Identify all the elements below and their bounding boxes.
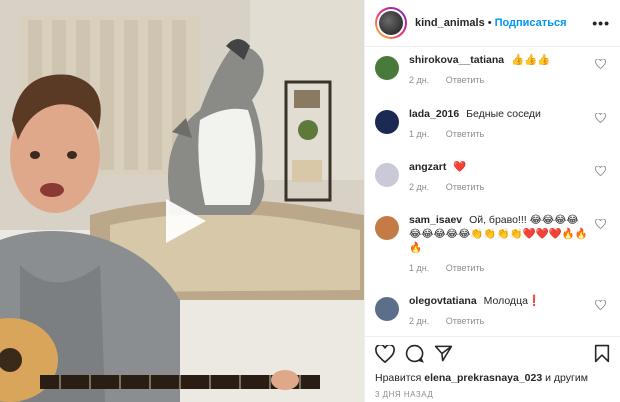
comment-age: 1 дн. <box>409 129 430 139</box>
comment-meta: 2 дн. Ответить <box>409 75 588 85</box>
comment-message: Молодца❗ <box>483 295 541 307</box>
post-panel: kind_animals • Подписаться ••• shirokova… <box>364 0 620 402</box>
share-icon[interactable] <box>434 344 453 363</box>
comment-age: 1 дн. <box>409 263 430 273</box>
comment-age: 2 дн. <box>409 182 430 192</box>
follow-button[interactable]: Подписаться <box>495 17 567 29</box>
comment-username[interactable]: olegovtatiana <box>409 295 477 307</box>
comment-text: lada_2016 Бедные соседи <box>409 107 588 121</box>
post-header: kind_animals • Подписаться ••• <box>365 0 620 47</box>
avatar[interactable] <box>375 216 399 240</box>
comment-username[interactable]: sam_isaev <box>409 214 462 226</box>
avatar[interactable] <box>375 56 399 80</box>
reply-button[interactable]: Ответить <box>446 75 484 85</box>
reply-button[interactable]: Ответить <box>446 263 484 273</box>
comment-username[interactable]: angzart <box>409 161 446 173</box>
video-player[interactable] <box>0 0 364 402</box>
instagram-post: kind_animals • Подписаться ••• shirokova… <box>0 0 620 402</box>
heart-icon[interactable] <box>595 113 606 123</box>
comment-icon[interactable] <box>405 344 424 363</box>
comment-meta: 1 дн. Ответить <box>409 263 588 273</box>
comment-text: olegovtatiana Молодца❗ <box>409 294 588 308</box>
likes-user[interactable]: elena_prekrasnaya_023 <box>424 372 542 384</box>
post-timestamp: 3 ДНЯ НАЗАД <box>375 390 434 399</box>
comment-message: Бедные соседи <box>466 108 541 120</box>
comment-meta: 2 дн. Ответить <box>409 182 588 192</box>
heart-icon[interactable] <box>595 300 606 310</box>
comment-meta: 2 дн. Ответить <box>409 316 588 326</box>
list-item: angzart ❤️ 2 дн. Ответить <box>365 154 620 207</box>
likes-prefix: Нравится <box>375 372 422 384</box>
comment-username[interactable]: shirokova__tatiana <box>409 54 504 66</box>
profile-avatar[interactable] <box>375 7 407 39</box>
list-item: shirokova__tatiana 👍👍👍 2 дн. Ответить <box>365 47 620 101</box>
reply-button[interactable]: Ответить <box>446 129 484 139</box>
comments-list[interactable]: shirokova__tatiana 👍👍👍 2 дн. Ответить la… <box>365 47 620 335</box>
action-bar <box>365 336 620 370</box>
comment-text: shirokova__tatiana 👍👍👍 <box>409 53 588 67</box>
reply-button[interactable]: Ответить <box>446 182 484 192</box>
likes-summary: Нравится elena_prekrasnaya_023 и другим <box>375 372 588 384</box>
list-item: lada_2016 Бедные соседи 1 дн. Ответить <box>365 101 620 154</box>
separator-dot: • <box>487 17 492 29</box>
list-item: olegovtatiana Молодца❗ 2 дн. Ответить <box>365 288 620 335</box>
comment-age: 2 дн. <box>409 75 430 85</box>
comment-text: angzart ❤️ <box>409 160 588 174</box>
comment-message: ❤️ <box>453 161 467 173</box>
bookmark-icon[interactable] <box>594 344 610 363</box>
comment-message: 👍👍👍 <box>511 54 551 66</box>
comment-username[interactable]: lada_2016 <box>409 108 459 120</box>
post-username[interactable]: kind_animals <box>415 17 485 29</box>
heart-icon[interactable] <box>595 166 606 176</box>
avatar[interactable] <box>375 297 399 321</box>
heart-icon[interactable] <box>595 59 606 69</box>
comment-age: 2 дн. <box>409 316 430 326</box>
heart-icon[interactable] <box>595 219 606 229</box>
reply-button[interactable]: Ответить <box>446 316 484 326</box>
likes-suffix[interactable]: и другим <box>545 372 588 384</box>
play-icon[interactable] <box>160 196 210 246</box>
list-item: sam_isaev Ой, браво!!! 😂😂😂😂😂😂😂😂😂👏👏👏👏❤️❤️… <box>365 207 620 288</box>
comment-meta: 1 дн. Ответить <box>409 129 588 139</box>
avatar[interactable] <box>375 110 399 134</box>
comment-text: sam_isaev Ой, браво!!! 😂😂😂😂😂😂😂😂😂👏👏👏👏❤️❤️… <box>409 213 588 255</box>
heart-icon[interactable] <box>375 344 395 363</box>
avatar[interactable] <box>375 163 399 187</box>
more-icon[interactable]: ••• <box>592 15 610 31</box>
